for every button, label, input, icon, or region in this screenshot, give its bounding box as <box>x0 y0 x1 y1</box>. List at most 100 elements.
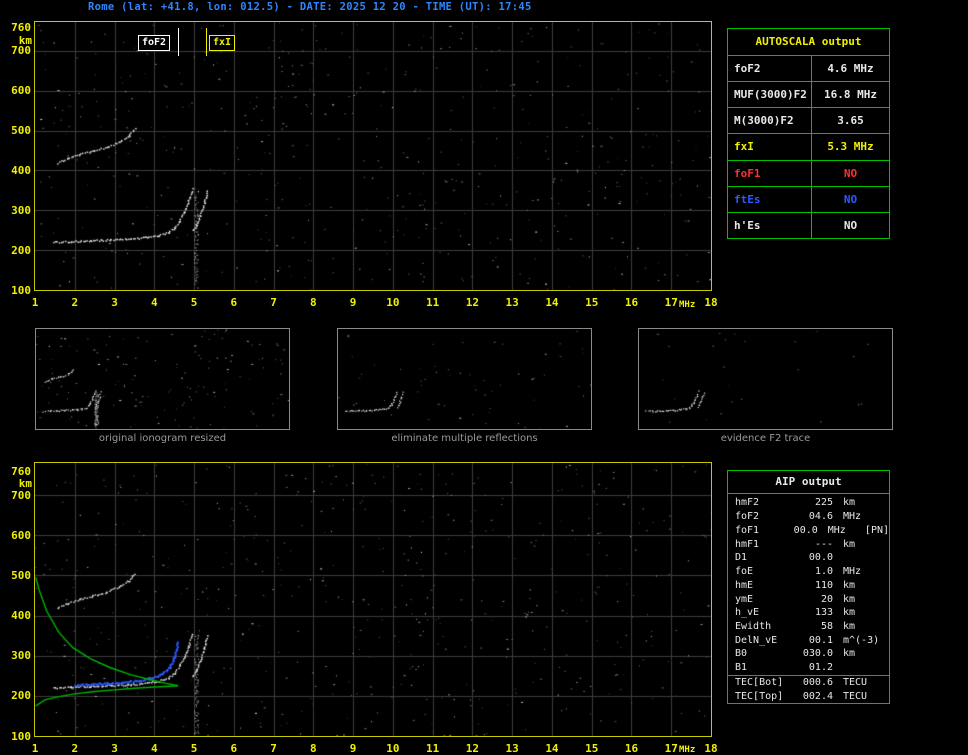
bottom-y-tick-100: 100 <box>11 729 31 743</box>
aip-unit: MHz <box>827 524 846 536</box>
aip-row-hmf2: hmF2 225 km <box>728 496 889 510</box>
aip-table-title: AIP output <box>728 471 889 494</box>
foF2-marker-label: foF2 <box>138 35 171 51</box>
aip-value: 00.1 <box>808 634 833 646</box>
aip-value: 04.6 <box>808 511 833 523</box>
aip-unit: MHz <box>843 566 862 578</box>
thumbnail-evidence-f2-trace <box>638 328 893 430</box>
aip-name: TEC[Bot] <box>735 676 784 688</box>
bottom-x-tick-8: 8 <box>310 742 317 755</box>
top-x-tick-18: 18 <box>704 296 718 309</box>
bottom-x-tick-13: 13 <box>505 742 519 755</box>
aip-row-hmf1: hmF1 --- km <box>728 537 889 551</box>
aip-value: 133 <box>814 607 833 619</box>
aip-name: B1 <box>735 662 748 674</box>
bottom-y-tick-200: 200 <box>11 689 31 703</box>
aip-row-foe: foE 1.0 MHz <box>728 565 889 579</box>
aip-value: 58 <box>820 620 833 632</box>
aip-name: ymE <box>735 593 754 605</box>
aip-name: foF2 <box>735 511 760 523</box>
bottom-x-tick-2: 2 <box>71 742 79 755</box>
aip-row-tec-bot-: TEC[Bot] 000.6 TECU <box>728 674 889 690</box>
bottom-x-tick-7: 7 <box>270 742 277 755</box>
aip-value: 00.0 <box>793 524 818 536</box>
aip-row-d1: D1 00.0 <box>728 551 889 565</box>
autoscala-value: 5.3 MHz <box>827 140 874 154</box>
autoscala-label: foF2 <box>728 56 812 82</box>
top-y-tick-700: 700 <box>11 44 31 58</box>
aip-name: hmE <box>735 579 754 591</box>
aip-row-ewidth: Ewidth 58 km <box>728 620 889 634</box>
autoscala-row-hes: h'Es NO <box>728 212 889 238</box>
bottom-y-tick-700: 700 <box>11 488 31 502</box>
autoscala-value: NO <box>843 218 858 232</box>
aip-name: B0 <box>735 648 748 660</box>
thumbnail-original-ionogram <box>35 328 290 430</box>
fxI-marker-line <box>206 28 207 56</box>
aip-extra: [PN] <box>864 524 890 536</box>
aip-row-deln-ve: DelN_vE 00.1 m^(-3) <box>728 633 889 647</box>
top-x-tick-4: 4 <box>150 296 158 309</box>
autoscala-label: MUF(3000)F2 <box>728 82 812 108</box>
aip-unit: MHz <box>843 511 862 523</box>
thumbnail-caption: eliminate multiple reflections <box>391 433 538 444</box>
aip-name: hmF2 <box>735 497 760 509</box>
bottom-y-tick-760: 760 <box>11 464 31 478</box>
autoscala-window: Rome (lat: +41.8, lon: 012.5) - DATE: 20… <box>0 0 968 755</box>
bottom-x-tick-9: 9 <box>349 742 357 755</box>
autoscala-label: fxI <box>728 134 812 160</box>
bottom-x-tick-5: 5 <box>190 742 198 755</box>
aip-value: 01.2 <box>808 662 833 674</box>
autoscala-label: foF1 <box>728 160 812 186</box>
autoscala-value: NO <box>843 166 858 180</box>
top-x-tick-10: 10 <box>386 296 400 309</box>
top-x-tick-8: 8 <box>310 296 317 309</box>
bottom-x-tick-15: 15 <box>585 742 599 755</box>
bottom-y-tick-500: 500 <box>11 568 31 582</box>
autoscala-value: 4.6 MHz <box>827 62 874 76</box>
aip-row-yme: ymE 20 km <box>728 592 889 606</box>
bottom-y-tick-600: 600 <box>11 528 31 542</box>
top-x-tick-17: 17 <box>664 296 678 309</box>
bottom-ionogram-canvas <box>35 463 711 736</box>
autoscala-row-m3000f2: M(3000)F2 3.65 <box>728 108 889 135</box>
aip-unit: km <box>843 648 856 660</box>
aip-unit: km <box>843 579 856 591</box>
aip-name: hmF1 <box>735 538 760 550</box>
autoscala-row-ftes: ftEs NO <box>728 186 889 213</box>
aip-row-tec-top-: TEC[Top] 002.4 TECU <box>728 689 889 703</box>
autoscala-row-fxi: fxI 5.3 MHz <box>728 134 889 161</box>
thumbnail-caption: evidence F2 trace <box>720 433 811 444</box>
aip-value: 225 <box>814 497 833 509</box>
top-y-tick-400: 400 <box>11 163 31 177</box>
autoscala-output-table: AUTOSCALA output foF2 4.6 MHz MUF(3000)F… <box>727 28 890 239</box>
top-y-tick-500: 500 <box>11 124 31 138</box>
aip-name: DelN_vE <box>735 634 778 646</box>
top-x-tick-13: 13 <box>505 296 519 309</box>
aip-unit: km <box>843 620 856 632</box>
top-y-tick-600: 600 <box>11 84 31 98</box>
top-x-tick-15: 15 <box>585 296 599 309</box>
autoscala-row-muf3000f2: MUF(3000)F2 16.8 MHz <box>728 82 889 109</box>
aip-value: 00.0 <box>808 552 833 564</box>
bottom-x-tick-10: 10 <box>386 742 400 755</box>
aip-name: Ewidth <box>735 620 772 632</box>
top-x-tick-9: 9 <box>349 296 357 309</box>
autoscala-value: 16.8 MHz <box>824 88 877 102</box>
top-x-tick-2: 2 <box>71 296 79 309</box>
autoscala-label: ftEs <box>728 186 812 212</box>
autoscala-value: 3.65 <box>837 114 864 128</box>
foF2-marker-line <box>178 28 179 56</box>
autoscala-label: M(3000)F2 <box>728 108 812 134</box>
aip-unit: TECU <box>843 676 868 688</box>
top-y-tick-100: 100 <box>11 283 31 297</box>
aip-row-b1: B1 01.2 <box>728 661 889 675</box>
thumbnail-canvas <box>639 329 892 429</box>
aip-name: TEC[Top] <box>735 690 784 702</box>
bottom-x-tick-17: 17 <box>664 742 678 755</box>
aip-unit: km <box>843 497 856 509</box>
thumbnail-caption: original ionogram resized <box>98 433 227 444</box>
aip-row-h-ve: h_vE 133 km <box>728 606 889 620</box>
autoscala-table-title: AUTOSCALA output <box>728 29 889 56</box>
aip-value: 000.6 <box>802 676 833 688</box>
